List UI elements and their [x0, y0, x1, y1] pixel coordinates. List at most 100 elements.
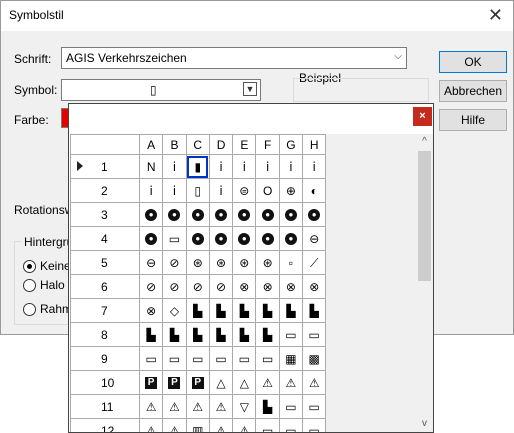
symbol-cell[interactable]: P: [185, 370, 210, 395]
symbol-cell[interactable]: ▙: [232, 298, 257, 323]
symbol-cell[interactable]: ⊗: [278, 274, 304, 299]
symbol-cell[interactable]: ▙: [302, 298, 327, 323]
symbol-cell[interactable]: ▙: [255, 322, 280, 347]
symbol-cell[interactable]: ▭: [208, 346, 234, 371]
symbol-cell[interactable]: ●: [302, 202, 327, 227]
symbol-cell[interactable]: ⚠: [208, 418, 234, 432]
symbol-cell[interactable]: ●: [232, 202, 257, 227]
symbol-cell[interactable]: ▭: [278, 418, 304, 432]
help-button[interactable]: Hilfe: [439, 109, 507, 131]
symbol-cell[interactable]: ⅰ: [208, 154, 234, 179]
dropdown-arrow-icon[interactable]: ▼: [243, 82, 257, 96]
symbol-cell[interactable]: ▙: [232, 322, 257, 347]
symbol-cell[interactable]: ⟋: [302, 250, 327, 275]
symbol-cell[interactable]: △: [232, 370, 257, 395]
symbol-cell[interactable]: ●: [255, 202, 280, 227]
symbol-cell[interactable]: ⚠: [185, 394, 210, 419]
symbol-cell[interactable]: P: [138, 370, 164, 395]
symbol-cell[interactable]: ◇: [162, 298, 187, 323]
symbol-cell[interactable]: ▭: [232, 346, 257, 371]
symbol-cell[interactable]: ⚠: [138, 418, 164, 432]
symbol-cell[interactable]: ▭: [278, 394, 304, 419]
symbol-cell[interactable]: ⊘: [162, 274, 187, 299]
symbol-picker[interactable]: ▯ ▼: [61, 79, 261, 101]
symbol-cell[interactable]: ▥: [185, 418, 210, 432]
ok-button[interactable]: OK: [439, 51, 507, 73]
radio-halo[interactable]: [23, 279, 36, 292]
radio-rahmen[interactable]: [23, 303, 36, 316]
symbol-cell[interactable]: ▭: [302, 418, 327, 432]
symbol-cell[interactable]: ⚠: [255, 370, 280, 395]
scroll-up-icon[interactable]: ^: [418, 135, 431, 149]
symbol-cell[interactable]: ●: [185, 202, 210, 227]
symbol-cell[interactable]: ⅰ: [232, 154, 257, 179]
symbol-cell[interactable]: ▭: [278, 322, 304, 347]
schrift-dropdown[interactable]: AGIS Verkehrszeichen ⌵: [61, 47, 407, 69]
symbol-cell[interactable]: ▭: [162, 346, 187, 371]
symbol-cell[interactable]: ⊛: [255, 250, 280, 275]
symbol-cell[interactable]: ●: [138, 202, 164, 227]
symbol-cell[interactable]: ▽: [232, 394, 257, 419]
symbol-cell[interactable]: ⅰ: [162, 154, 187, 179]
scrollbar-thumb[interactable]: [418, 151, 431, 281]
symbol-cell[interactable]: ⚠: [232, 418, 257, 432]
popup-close-button[interactable]: ×: [413, 107, 432, 126]
symbol-cell[interactable]: ⚠: [138, 394, 164, 419]
symbol-cell[interactable]: ▭: [255, 418, 280, 432]
symbol-cell[interactable]: ▙: [278, 298, 304, 323]
symbol-cell[interactable]: ⚠: [162, 418, 187, 432]
symbol-cell[interactable]: ⚠: [208, 394, 234, 419]
symbol-cell[interactable]: N: [138, 154, 164, 179]
symbol-cell[interactable]: ▭: [162, 226, 187, 251]
symbol-cell[interactable]: ⊗: [138, 298, 164, 323]
symbol-cell[interactable]: ⊘: [138, 274, 164, 299]
symbol-cell[interactable]: ●: [208, 202, 234, 227]
radio-keine[interactable]: [23, 260, 36, 273]
symbol-cell[interactable]: ⅰ: [208, 178, 234, 203]
symbol-cell[interactable]: ●: [278, 202, 304, 227]
symbol-cell[interactable]: ●: [138, 226, 164, 251]
symbol-cell[interactable]: ●: [208, 226, 234, 251]
symbol-cell[interactable]: ⊕: [278, 178, 304, 203]
symbol-cell[interactable]: △: [208, 370, 234, 395]
symbol-cell[interactable]: ●: [232, 226, 257, 251]
symbol-cell[interactable]: ⚠: [302, 370, 327, 395]
symbol-cell[interactable]: ▙: [255, 298, 280, 323]
symbol-cell[interactable]: ●: [162, 202, 187, 227]
symbol-cell[interactable]: ⊘: [208, 274, 234, 299]
symbol-cell[interactable]: ▫: [278, 250, 304, 275]
symbol-cell[interactable]: ▙: [255, 394, 280, 419]
symbol-cell[interactable]: ⊛: [208, 250, 234, 275]
symbol-cell[interactable]: ▙: [208, 322, 234, 347]
symbol-cell[interactable]: ▩: [302, 346, 327, 371]
close-icon[interactable]: ✕: [488, 5, 503, 25]
symbol-cell[interactable]: ⊜: [232, 178, 257, 203]
symbol-cell[interactable]: ⊛: [232, 250, 257, 275]
symbol-cell[interactable]: ▙: [162, 322, 187, 347]
symbol-cell[interactable]: ⊖: [302, 226, 327, 251]
symbol-cell[interactable]: ⅰ: [278, 154, 304, 179]
symbol-cell[interactable]: ▙: [208, 298, 234, 323]
symbol-cell[interactable]: ●: [185, 226, 210, 251]
symbol-cell[interactable]: ⊗: [302, 274, 327, 299]
symbol-cell[interactable]: ⊘: [185, 274, 210, 299]
symbol-cell[interactable]: ▭: [302, 322, 327, 347]
symbol-cell[interactable]: ◐: [302, 178, 327, 203]
symbol-cell[interactable]: ⊗: [232, 274, 257, 299]
symbol-cell[interactable]: ▮: [185, 154, 210, 179]
scroll-down-icon[interactable]: v: [418, 417, 431, 431]
symbol-cell[interactable]: ⊖: [138, 250, 164, 275]
symbol-cell[interactable]: ⅰ: [255, 154, 280, 179]
vertical-scrollbar[interactable]: ^ v: [416, 134, 433, 432]
symbol-cell[interactable]: P: [162, 370, 187, 395]
symbol-cell[interactable]: ⅰ: [302, 154, 327, 179]
symbol-cell[interactable]: ▙: [185, 322, 210, 347]
symbol-cell[interactable]: ▙: [138, 322, 164, 347]
symbol-cell[interactable]: O: [255, 178, 280, 203]
symbol-cell[interactable]: ▦: [278, 346, 304, 371]
symbol-cell[interactable]: ⊘: [162, 250, 187, 275]
symbol-cell[interactable]: ⅰ: [162, 178, 187, 203]
symbol-cell[interactable]: ▭: [302, 394, 327, 419]
symbol-cell[interactable]: ▙: [185, 298, 210, 323]
cancel-button[interactable]: Abbrechen: [439, 80, 507, 102]
